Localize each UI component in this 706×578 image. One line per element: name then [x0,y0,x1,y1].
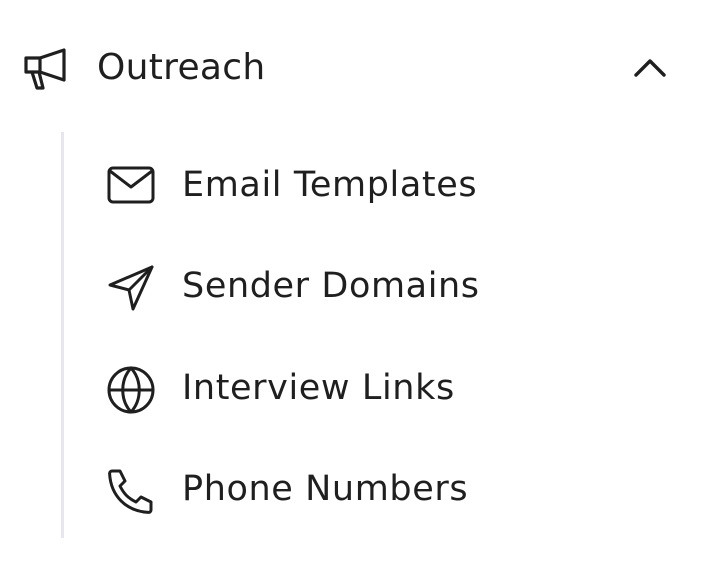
megaphone-icon [22,47,70,91]
nav-item-email-templates[interactable]: Email Templates [90,142,610,228]
outreach-group-header[interactable]: Outreach [0,28,706,108]
submenu-rail [61,132,64,538]
phone-icon [106,466,156,516]
nav-item-interview-links[interactable]: Interview Links [90,345,610,431]
nav-item-label: Email Templates [182,165,478,205]
mail-icon [106,162,156,212]
chevron-up-icon[interactable] [630,52,670,84]
send-icon [106,263,156,313]
nav-item-phone-numbers[interactable]: Phone Numbers [90,446,610,532]
nav-item-sender-domains[interactable]: Sender Domains [90,243,610,329]
outreach-nav-group: Outreach Email Templates Sender Domains [0,0,706,578]
globe-icon [106,365,156,415]
nav-item-label: Phone Numbers [182,469,469,509]
nav-item-label: Sender Domains [182,266,480,306]
outreach-group-label: Outreach [97,47,266,88]
nav-item-label: Interview Links [182,368,455,408]
